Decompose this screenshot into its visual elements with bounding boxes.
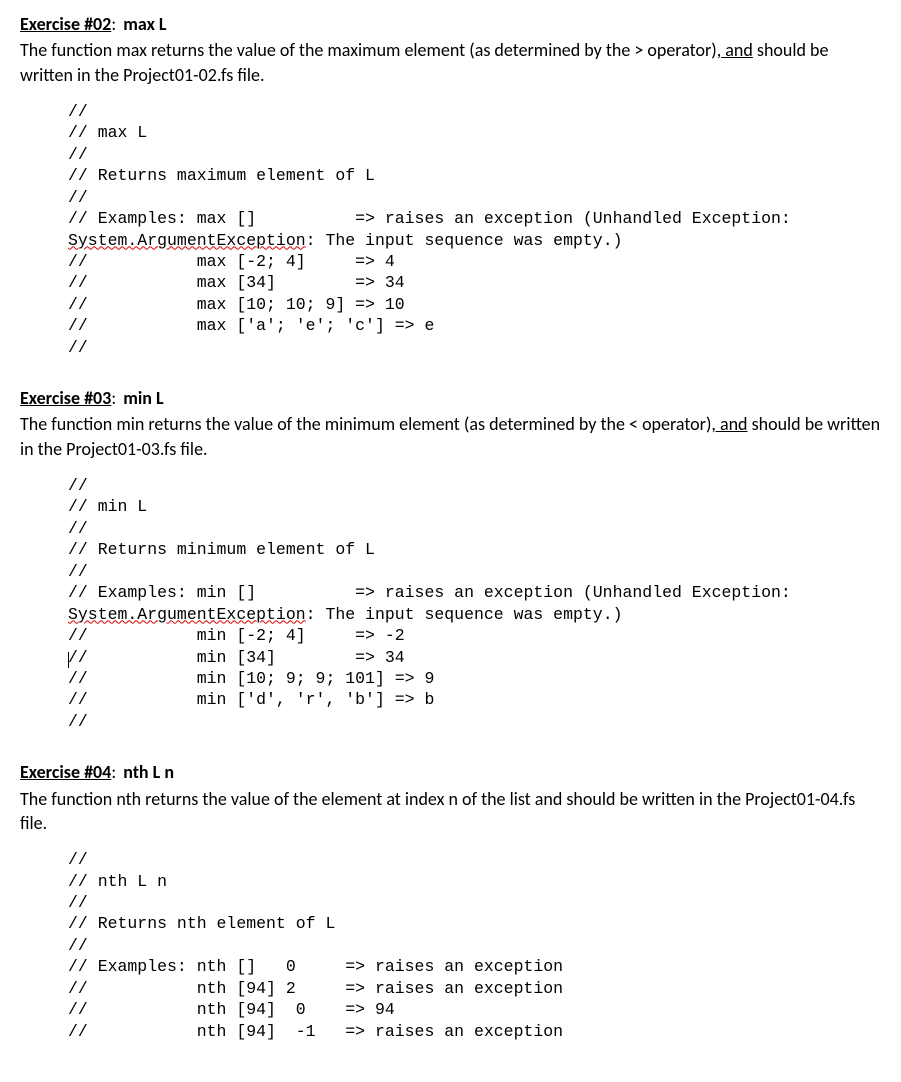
exercise-04-label: Exercise #04 [20,761,111,783]
exercise-03-code: // // min L // // Returns minimum elemen… [68,475,881,732]
spellcheck-underline: System.ArgumentException [68,605,306,624]
exercise-03-description: The function min returns the value of th… [20,412,881,461]
exercise-03-heading: Exercise #03: min L [20,386,881,410]
text-cursor-icon [68,652,69,668]
exercise-03-label: Exercise #03 [20,387,111,409]
exercise-04-description: The function nth returns the value of th… [20,787,881,836]
exercise-03-signature: min L [123,387,163,409]
exercise-04-heading: Exercise #04: nth L n [20,760,881,784]
exercise-02-signature: max L [123,13,166,35]
exercise-02-heading: Exercise #02: max L [20,12,881,36]
exercise-02-label: Exercise #02 [20,13,111,35]
inserted-text: , and [717,39,753,61]
spellcheck-underline: System.ArgumentException [68,231,306,250]
exercise-02-description: The function max returns the value of th… [20,38,881,87]
exercise-04-code: // // nth L n // // Returns nth element … [68,849,881,1042]
exercise-02-code: // // max L // // Returns maximum elemen… [68,101,881,358]
inserted-text: , and [711,413,747,435]
exercise-04-signature: nth L n [123,761,174,783]
